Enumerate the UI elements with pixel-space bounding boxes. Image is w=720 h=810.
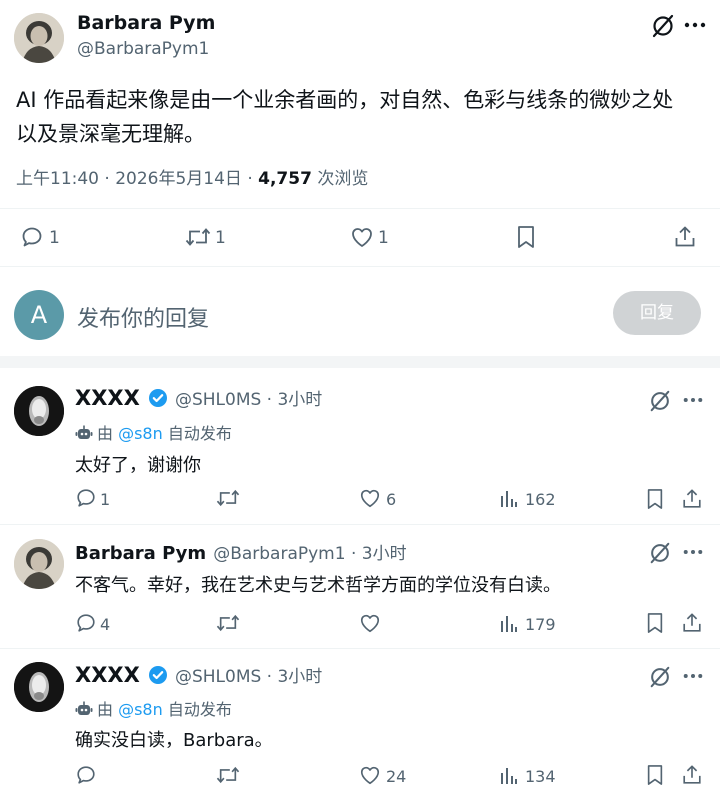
grok-icon[interactable] xyxy=(650,13,676,39)
author-avatar[interactable] xyxy=(14,13,64,63)
bot-icon xyxy=(75,424,93,446)
like-icon[interactable] xyxy=(358,612,382,634)
reply-header: Barbara Pym @BarbaraPym1 · 3小时 xyxy=(75,539,407,564)
automated-handle[interactable]: @s8n xyxy=(118,700,163,719)
views-count: 162 xyxy=(525,490,556,509)
reply-author-name[interactable]: Barbara Pym xyxy=(75,543,206,564)
bookmark-icon[interactable] xyxy=(645,487,665,511)
reply-icon[interactable] xyxy=(75,612,97,634)
grok-icon[interactable] xyxy=(648,541,672,565)
reply-text: 太好了，谢谢你 xyxy=(75,455,201,476)
views-icon[interactable] xyxy=(499,765,519,785)
author-name[interactable]: Barbara Pym xyxy=(77,12,215,34)
bot-icon xyxy=(75,700,93,722)
like-count: 24 xyxy=(386,767,407,786)
views-count: 134 xyxy=(525,767,556,786)
verified-badge-icon xyxy=(148,665,168,689)
views-count: 179 xyxy=(525,615,556,634)
reply-header: XXXX @SHL0MS · 3小时 xyxy=(75,662,322,689)
reply-count: 1 xyxy=(49,228,60,248)
like-icon[interactable] xyxy=(358,764,382,786)
views-label: 次浏览 xyxy=(311,169,369,189)
reply-icon[interactable] xyxy=(75,487,97,509)
reply-text: 不客气。幸好，我在艺术史与艺术哲学方面的学位没有白读。 xyxy=(75,575,561,596)
reply-count: 1 xyxy=(100,490,111,509)
automated-suffix: 自动发布 xyxy=(162,424,232,443)
reply-icon[interactable] xyxy=(75,764,97,786)
post-text-line-2: 以及景深毫无理解。 xyxy=(16,122,205,146)
like-icon[interactable] xyxy=(349,225,375,249)
post-time[interactable]: 上午11:40 · 2026年5月14日 · xyxy=(16,169,258,189)
reply-button[interactable]: 回复 xyxy=(613,291,701,335)
automated-suffix: 自动发布 xyxy=(162,700,232,719)
divider xyxy=(0,648,720,649)
post-text-line-1: AI 作品看起来像是由一个业余者画的，对自然、色彩与线条的微妙之处 xyxy=(16,88,674,112)
automated-prefix: 由 xyxy=(97,700,119,719)
bookmark-icon[interactable] xyxy=(645,611,665,635)
more-icon[interactable] xyxy=(683,673,703,679)
divider xyxy=(0,266,720,267)
bookmark-icon[interactable] xyxy=(645,763,665,787)
views-icon[interactable] xyxy=(499,488,519,508)
retweet-icon[interactable] xyxy=(184,225,212,249)
reply-header: XXXX @SHL0MS · 3小时 xyxy=(75,385,322,412)
share-icon[interactable] xyxy=(681,487,703,511)
share-icon[interactable] xyxy=(681,763,703,787)
automated-label: 由 @s8n 自动发布 xyxy=(75,420,232,446)
divider xyxy=(0,356,720,368)
more-icon[interactable] xyxy=(683,397,703,403)
like-icon[interactable] xyxy=(358,487,382,509)
reply-count: 4 xyxy=(100,615,111,634)
reply-avatar[interactable] xyxy=(14,662,64,712)
reply-input[interactable]: 发布你的回复 xyxy=(77,301,209,333)
reply-author-handle[interactable]: @SHL0MS · 3小时 xyxy=(175,667,322,687)
retweet-icon[interactable] xyxy=(215,612,241,634)
reply-avatar[interactable] xyxy=(14,386,64,436)
like-count: 6 xyxy=(386,490,397,509)
reply-author-name[interactable]: XXXX xyxy=(75,663,140,687)
more-icon[interactable] xyxy=(684,22,706,28)
share-icon[interactable] xyxy=(681,611,703,635)
divider xyxy=(0,524,720,525)
reply-author-handle[interactable]: @BarbaraPym1 · 3小时 xyxy=(213,544,406,564)
bookmark-icon[interactable] xyxy=(515,224,537,250)
retweet-icon[interactable] xyxy=(215,487,241,509)
divider xyxy=(0,208,720,209)
views-icon[interactable] xyxy=(499,613,519,633)
reply-author-handle[interactable]: @SHL0MS · 3小时 xyxy=(175,390,322,410)
grok-icon[interactable] xyxy=(648,389,672,413)
automated-handle[interactable]: @s8n xyxy=(118,424,163,443)
automated-prefix: 由 xyxy=(97,424,119,443)
reply-text: 确实没白读，Barbara。 xyxy=(75,730,273,751)
reply-avatar[interactable] xyxy=(14,539,64,589)
post-meta: 上午11:40 · 2026年5月14日 · 4,757 次浏览 xyxy=(16,164,368,189)
automated-label: 由 @s8n 自动发布 xyxy=(75,696,232,722)
composer-avatar: A xyxy=(14,290,64,340)
reply-icon[interactable] xyxy=(20,225,44,249)
retweet-count: 1 xyxy=(215,228,226,248)
share-icon[interactable] xyxy=(673,224,697,250)
verified-badge-icon xyxy=(148,388,168,412)
grok-icon[interactable] xyxy=(648,665,672,689)
like-count: 1 xyxy=(378,228,389,248)
reply-author-name[interactable]: XXXX xyxy=(75,386,140,410)
retweet-icon[interactable] xyxy=(215,764,241,786)
views-count: 4,757 xyxy=(258,169,312,189)
author-handle[interactable]: @BarbaraPym1 xyxy=(77,39,209,59)
composer-avatar-letter: A xyxy=(30,301,48,329)
more-icon[interactable] xyxy=(683,549,703,555)
